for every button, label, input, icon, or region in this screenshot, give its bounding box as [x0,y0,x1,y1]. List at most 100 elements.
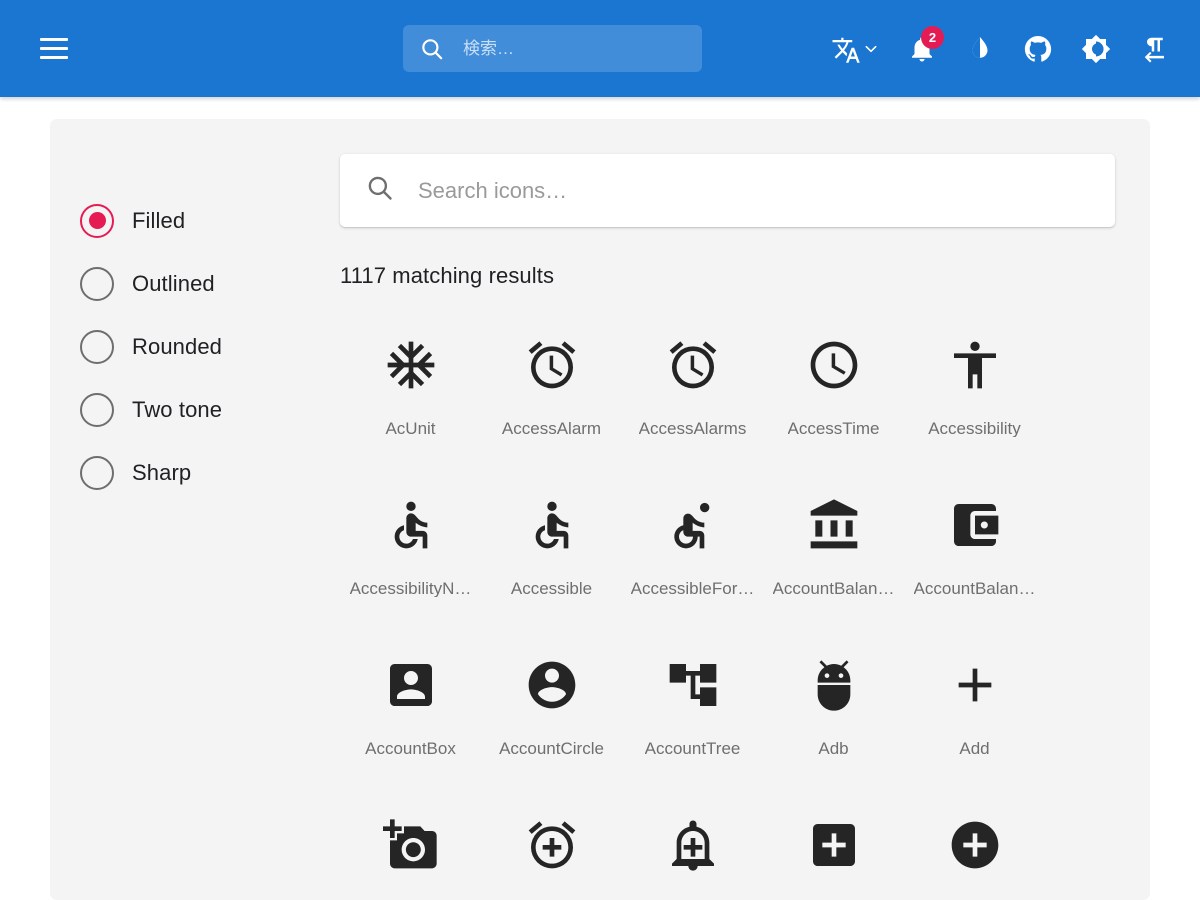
icons-grid: AcUnit AccessAlarm AccessAlarms AccessTi… [340,322,1115,900]
icon-cell-addalert[interactable] [622,802,763,900]
menu-bar-3 [40,56,68,59]
account-balance-wallet-icon [947,482,1003,568]
accessible-icon [524,482,580,568]
add-circle-icon [947,802,1003,888]
icons-browser-card: Filled Outlined Rounded Two tone Sharp S… [50,119,1150,900]
chevron-down-icon [863,41,879,57]
radio-outlined[interactable]: Outlined [80,252,340,315]
add-box-icon [806,802,862,888]
icon-name: AccountTree [644,740,741,757]
icon-name: Add [959,740,990,757]
account-tree-icon [665,642,721,728]
contrast-button[interactable] [956,25,1004,73]
text-direction-button[interactable] [1130,25,1178,73]
menu-bar-1 [40,38,68,41]
radio-filled[interactable]: Filled [80,189,340,252]
radio-label: Two tone [132,396,223,422]
icon-cell-addalarm[interactable] [481,802,622,900]
icon-search-field[interactable] [340,154,1115,227]
access-alarms-icon [665,322,721,408]
icon-name: AccessibilityN… [349,580,472,597]
appbar-actions: 2 [822,0,1178,97]
radio-circle-icon [80,392,114,427]
icon-cell-accessalarm[interactable]: AccessAlarm [481,322,622,482]
icon-cell-add[interactable]: Add [904,642,1045,802]
hamburger-menu-icon[interactable] [30,25,78,73]
icon-cell-addaphoto[interactable] [340,802,481,900]
translate-button[interactable] [822,25,888,73]
notifications-button[interactable]: 2 [898,25,946,73]
icon-cell-accounttree[interactable]: AccountTree [622,642,763,802]
icon-name: AccessibleFor… [630,580,755,597]
radio-circle-icon [80,203,114,238]
icon-cell-addbox[interactable] [763,802,904,900]
ac-unit-icon [383,322,439,408]
access-alarm-icon [524,322,580,408]
dark-mode-button[interactable] [1072,25,1120,73]
icon-name: Adb [818,740,849,757]
accessibility-icon [947,322,1003,408]
icon-cell-accountbalance[interactable]: AccountBalan… [763,482,904,642]
menu-bar-2 [40,47,68,50]
icon-name: AccountBalan… [913,580,1036,597]
icon-name: AccountBox [365,740,456,757]
radio-label: Filled [132,207,186,233]
accessible-forward-icon [665,482,721,568]
icon-name: Accessible [510,580,593,597]
icon-cell-accountbalancewallet[interactable]: AccountBalan… [904,482,1045,642]
appbar-search-input[interactable] [463,38,702,59]
icon-name: AccessTime [787,420,880,437]
accessibility-new-icon [383,482,439,568]
icon-style-filters: Filled Outlined Rounded Two tone Sharp [50,119,340,900]
search-icon [365,173,395,208]
translate-icon [831,34,861,64]
notification-badge: 2 [921,25,944,49]
brightness-icon [1081,34,1111,64]
contrast-droplet-icon [965,34,995,64]
add-alert-icon [665,802,721,888]
icon-name: AccountBalan… [772,580,895,597]
icon-cell-accessible[interactable]: Accessible [481,482,622,642]
adb-icon [806,642,862,728]
icon-cell-accountcircle[interactable]: AccountCircle [481,642,622,802]
app-bar: 2 [0,0,1200,97]
add-alarm-icon [524,802,580,888]
results-count: 1117 matching results [340,263,555,288]
icon-cell-accessalarms[interactable]: AccessAlarms [622,322,763,482]
icon-search-input[interactable] [418,177,1115,204]
icons-results: 1117 matching results AcUnit AccessAlarm [340,119,1150,900]
icon-cell-accountbox[interactable]: AccountBox [340,642,481,802]
icon-name: AccessAlarm [501,420,602,437]
icon-cell-accessibilitynew[interactable]: AccessibilityN… [340,482,481,642]
icon-cell-accesstime[interactable]: AccessTime [763,322,904,482]
icon-name: AcUnit [385,420,436,437]
icon-name: AccountCircle [499,740,604,757]
access-time-icon [806,322,862,408]
radio-sharp[interactable]: Sharp [80,441,340,504]
appbar-search[interactable] [403,25,702,72]
icon-cell-acunit[interactable]: AcUnit [340,322,481,482]
icon-name: AccessAlarms [638,420,747,437]
add-icon [947,642,1003,728]
radio-circle-icon [80,455,114,490]
account-circle-icon [524,642,580,728]
github-icon [1023,34,1053,64]
radio-circle-icon [80,266,114,301]
radio-two-tone[interactable]: Two tone [80,378,340,441]
icon-cell-accessibility[interactable]: Accessibility [904,322,1045,482]
icon-name: Accessibility [928,420,1021,437]
search-icon [419,36,445,62]
icon-cell-adb[interactable]: Adb [763,642,904,802]
text-direction-icon [1139,34,1169,64]
radio-circle-icon [80,329,114,364]
icon-cell-addcircle[interactable] [904,802,1045,900]
icon-cell-accessibleforward[interactable]: AccessibleFor… [622,482,763,642]
radio-label: Outlined [132,270,215,296]
github-button[interactable] [1014,25,1062,73]
page-body: Filled Outlined Rounded Two tone Sharp S… [0,97,1200,900]
add-a-photo-icon [382,802,439,888]
radio-label: Rounded [132,333,222,359]
radio-rounded[interactable]: Rounded [80,315,340,378]
radio-label: Sharp [132,459,192,485]
account-balance-icon [806,482,862,568]
